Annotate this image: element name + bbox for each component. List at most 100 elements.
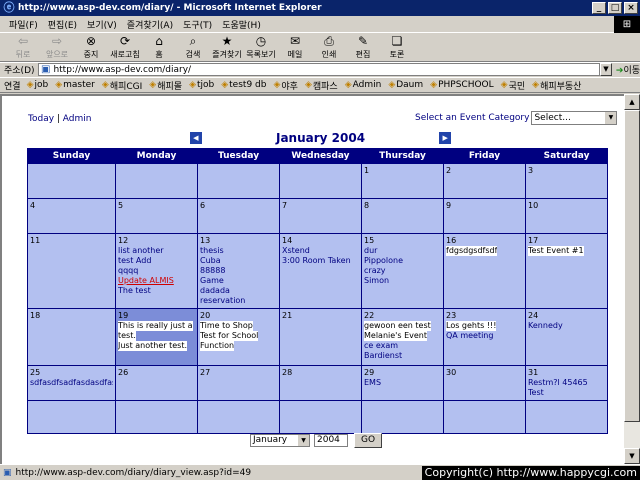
day-cell[interactable]: 24 Kennedy: [525, 307, 609, 366]
event-link[interactable]: Kennedy: [528, 321, 605, 331]
day-cell[interactable]: 8: [361, 197, 444, 234]
menu-favorites[interactable]: 즐겨찾기(A): [122, 18, 178, 31]
day-cell[interactable]: 13 thesis Cuba 88888 Game dadada reservation: [197, 232, 280, 309]
day-cell[interactable]: 19 This is really just a test. Just another…: [115, 307, 198, 366]
day-cell[interactable]: 22 gewoon een test Melanie's Event ce exam B…: [361, 307, 444, 366]
event-link[interactable]: 3:00 Room Taken: [282, 256, 359, 266]
day-cell[interactable]: [115, 399, 198, 434]
event-link[interactable]: Simon: [364, 276, 441, 286]
link-item[interactable]: ◈ tjob: [189, 80, 214, 90]
day-cell[interactable]: 29 EMS: [361, 364, 444, 401]
go-button[interactable]: ➔이동: [616, 63, 640, 76]
event-link[interactable]: Function: [200, 340, 235, 351]
prev-month-button[interactable]: ◀: [189, 132, 202, 145]
day-cell[interactable]: 25 sdfasdfsadfasdasdfasd: [27, 364, 116, 401]
link-item[interactable]: ◈ Admin: [345, 80, 382, 90]
event-link[interactable]: Pippolone: [364, 256, 441, 266]
day-cell[interactable]: 21: [279, 307, 362, 366]
day-cell[interactable]: 18: [27, 307, 116, 366]
day-cell[interactable]: [361, 399, 444, 434]
event-link[interactable]: gewoon een test: [364, 320, 431, 331]
event-link[interactable]: Test for School: [200, 330, 259, 341]
event-link[interactable]: Restm?l 45465: [528, 378, 605, 388]
event-link[interactable]: EMS: [364, 378, 441, 388]
year-input[interactable]: 2004: [314, 434, 348, 447]
day-cell[interactable]: [279, 399, 362, 434]
month-select[interactable]: January: [250, 434, 310, 447]
toolbar-favorites-button[interactable]: ★ 즐겨찾기: [210, 34, 244, 62]
event-link[interactable]: qqqq: [118, 266, 195, 276]
toolbar-stop-button[interactable]: ⊗ 중지: [74, 34, 108, 62]
event-link[interactable]: QA meeting: [446, 331, 523, 341]
event-link[interactable]: Xstend: [282, 246, 359, 256]
menu-help[interactable]: 도움말(H): [217, 18, 266, 31]
event-link[interactable]: Bardienst: [364, 351, 441, 361]
day-cell[interactable]: 31 Restm?l 45465 Test: [525, 364, 609, 401]
day-cell[interactable]: 23 Los gehts !!! QA meeting: [442, 307, 527, 366]
toolbar-home-button[interactable]: ⌂ 홈: [142, 34, 176, 62]
day-cell[interactable]: 11: [27, 232, 116, 309]
event-link[interactable]: Test Event #1: [528, 245, 584, 256]
day-cell[interactable]: 4: [27, 197, 116, 234]
event-link[interactable]: test.: [118, 330, 136, 341]
day-cell[interactable]: 9: [442, 197, 527, 234]
scroll-thumb[interactable]: [624, 110, 640, 422]
day-cell[interactable]: [27, 162, 116, 199]
minimize-button[interactable]: _: [592, 2, 606, 14]
menu-tools[interactable]: 도구(T): [178, 18, 217, 31]
toolbar-search-button[interactable]: ⌕ 검색: [176, 34, 210, 62]
toolbar-back-arrow-button[interactable]: ⇦ 뒤로: [6, 34, 40, 62]
day-cell[interactable]: 7: [279, 197, 362, 234]
day-cell[interactable]: 16 fdgsdgsdfsdf: [442, 232, 527, 309]
toolbar-mail-button[interactable]: ✉ 메일: [278, 34, 312, 62]
link-item[interactable]: ◈ 해피부동산: [532, 79, 581, 92]
day-cell[interactable]: [197, 399, 280, 434]
link-item[interactable]: ◈ test9 db: [221, 80, 266, 90]
event-link[interactable]: ce exam: [364, 341, 441, 351]
event-link[interactable]: Cuba: [200, 256, 277, 266]
day-cell[interactable]: [442, 399, 527, 434]
day-cell[interactable]: 3: [525, 162, 609, 199]
event-link[interactable]: dur: [364, 246, 441, 256]
toolbar-forward-arrow-button[interactable]: ⇨ 앞으로: [40, 34, 74, 62]
link-item[interactable]: ◈ Daum: [388, 80, 423, 90]
day-cell[interactable]: [525, 399, 609, 434]
event-link[interactable]: Test: [528, 388, 605, 398]
menu-edit[interactable]: 편집(E): [43, 18, 82, 31]
link-item[interactable]: ◈ master: [55, 80, 95, 90]
event-link[interactable]: Time to Shop: [200, 320, 253, 331]
event-link[interactable]: Update ALMIS: [118, 276, 195, 286]
link-item[interactable]: ◈ 국민: [501, 79, 525, 92]
event-link[interactable]: thesis: [200, 246, 277, 256]
category-select[interactable]: Select...: [531, 111, 618, 125]
day-cell[interactable]: 10: [525, 197, 609, 234]
day-cell[interactable]: [279, 162, 362, 199]
day-cell[interactable]: 28: [279, 364, 362, 401]
toolbar-refresh-button[interactable]: ⟳ 새로고침: [108, 34, 142, 62]
maximize-button[interactable]: □: [608, 2, 622, 14]
event-link[interactable]: crazy: [364, 266, 441, 276]
day-cell[interactable]: 17 Test Event #1: [525, 232, 609, 309]
event-link[interactable]: dadada: [200, 286, 277, 296]
day-cell[interactable]: 12 list another test Add qqqq Update ALMIS Th…: [115, 232, 198, 309]
link-item[interactable]: ◈ PHPSCHOOL: [430, 80, 494, 90]
event-link[interactable]: Los gehts !!!: [446, 320, 497, 331]
link-item[interactable]: ◈ 해피몰: [149, 79, 182, 92]
toolbar-edit-button[interactable]: ✎ 편집: [346, 34, 380, 62]
link-item[interactable]: ◈ 야후: [273, 79, 297, 92]
today-link[interactable]: Today: [28, 114, 54, 124]
day-cell[interactable]: 30: [442, 364, 527, 401]
day-cell[interactable]: 1: [361, 162, 444, 199]
event-link[interactable]: Melanie's Event: [364, 330, 427, 341]
event-link[interactable]: reservation: [200, 296, 277, 306]
link-item[interactable]: ◈ job: [27, 80, 49, 90]
next-month-button[interactable]: ▶: [439, 132, 452, 145]
event-link[interactable]: Game: [200, 276, 277, 286]
day-cell[interactable]: 2: [442, 162, 527, 199]
day-cell[interactable]: [115, 162, 198, 199]
close-button[interactable]: ×: [624, 2, 638, 14]
day-cell[interactable]: 6: [197, 197, 280, 234]
menu-view[interactable]: 보기(V): [82, 18, 122, 31]
scroll-up-button[interactable]: ▲: [624, 94, 640, 110]
address-input[interactable]: ▣ http://www.asp-dev.com/diary/: [38, 63, 600, 76]
